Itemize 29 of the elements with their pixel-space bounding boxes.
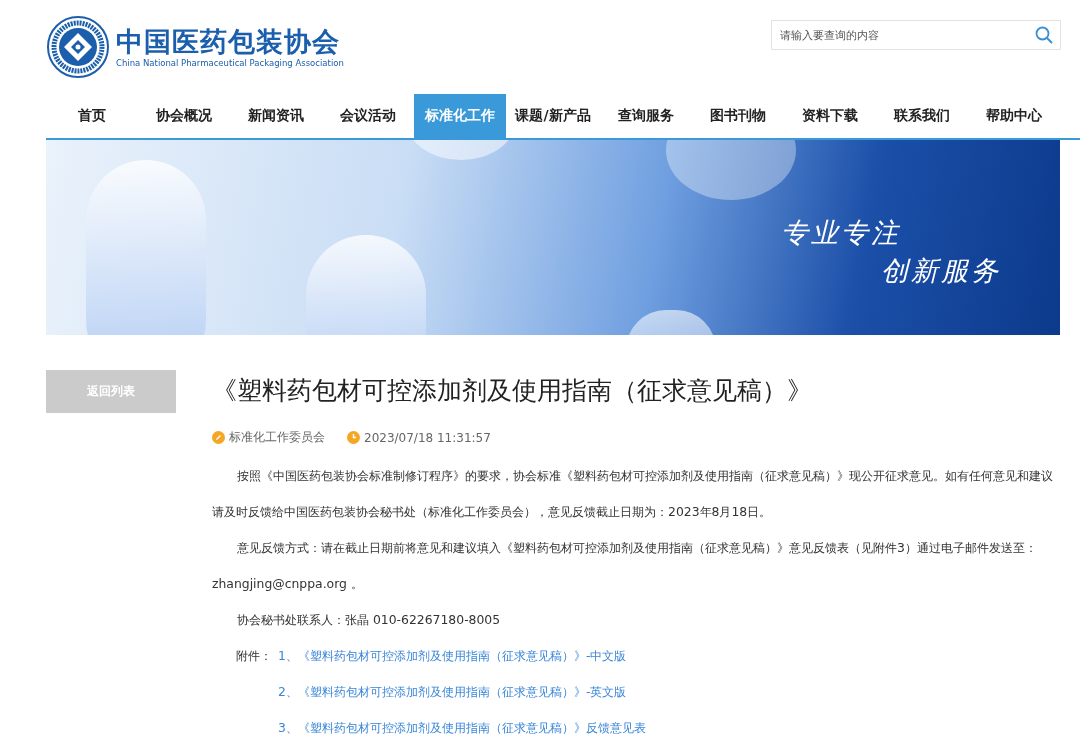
paragraph: 意见反馈方式：请在截止日期前将意见和建议填入《塑料药包材可控添加剂及使用指南（征求意见稿）》意见反馈表（见附件3）通过电子邮件发送至：zhangjing@cnppa.org 。 [212, 539, 1038, 593]
clock-icon [347, 431, 360, 444]
banner-slogan: 专业专注 [781, 216, 902, 250]
search-field[interactable]: 请输入要查询的内容 [771, 20, 1061, 50]
nav-tab[interactable]: 联系我们 [876, 94, 968, 138]
nav-tab[interactable]: 课题/新产品 [506, 94, 600, 138]
logo-subtitle: China National Pharmaceutical Packaging Association [116, 58, 344, 68]
nav-tab[interactable]: 首页 [46, 94, 138, 138]
nav-tab[interactable]: 图书刊物 [692, 94, 784, 138]
article-source: 标准化工作委员会 [229, 429, 325, 446]
paragraph: 协会秘书处联系人：张晶 010-62267180-8005 [236, 611, 502, 629]
paragraph: 按照《中国医药包装协会标准制修订程序》的要求，协会标准《塑料药包材可控添加剂及使用指南（征求意见稿）》现公开征求意见。如有任何意见和建议请及时反馈给中国医药包装协会秘书处（标准化工作委员会），意见反馈截止日期为：2023年8月18日。 [212, 467, 1054, 521]
search-icon[interactable] [1035, 26, 1053, 44]
nav-tab[interactable]: 会议活动 [322, 94, 414, 138]
nav-tab[interactable]: 协会概况 [138, 94, 230, 138]
association-logo-icon [46, 15, 110, 79]
attachment-link[interactable]: 1、《塑料药包材可控添加剂及使用指南（征求意见稿）》-中文版 [278, 638, 627, 674]
nav-tab[interactable]: 新闻资讯 [230, 94, 322, 138]
pencil-icon [212, 431, 225, 444]
attachment-link[interactable]: 3、《塑料药包材可控添加剂及使用指南（征求意见稿）》反馈意见表 [278, 710, 646, 746]
attachment-link[interactable]: 2、《塑料药包材可控添加剂及使用指南（征求意见稿）》-英文版 [278, 674, 627, 710]
attachments-label: 附件： [236, 647, 273, 665]
nav-tab[interactable]: 查询服务 [600, 94, 692, 138]
logo-title: 中国医药包装协会 [116, 26, 341, 58]
nav-tab[interactable]: 资料下载 [784, 94, 876, 138]
article-datetime: 2023/07/18 11:31:57 [364, 430, 491, 445]
nav-tab[interactable]: 帮助中心 [968, 94, 1060, 138]
banner-slogan: 创新服务 [881, 254, 1001, 288]
article-title: 《塑料药包材可控添加剂及使用指南（征求意见稿）》 [212, 375, 813, 407]
